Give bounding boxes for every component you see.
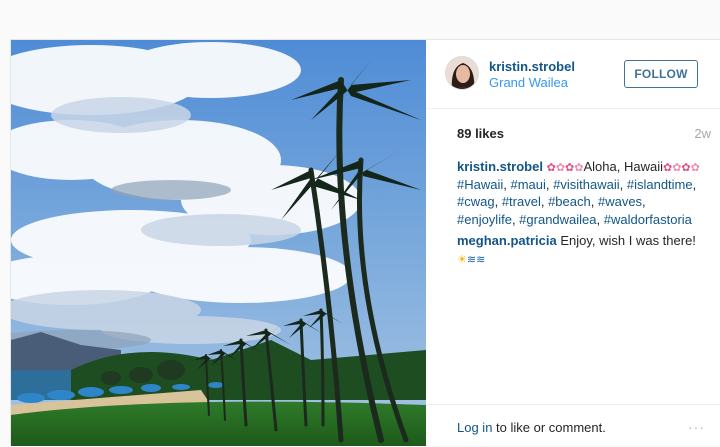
- hibiscus-icon: ✿: [690, 162, 700, 174]
- caption-comment: kristin.strobel ✿✿✿✿Aloha, Hawaii✿✿✿✿ #H…: [457, 159, 700, 227]
- caption-text: Aloha,: [583, 159, 621, 174]
- post-header: kristin.strobel Grand Wailea FOLLOW: [426, 40, 720, 109]
- hibiscus-icon: ✿: [546, 162, 556, 174]
- hibiscus-icon: ✿: [565, 162, 575, 174]
- post-card: kristin.strobel Grand Wailea FOLLOW 89 l…: [10, 39, 720, 446]
- login-link[interactable]: Log in: [457, 420, 492, 435]
- username-link[interactable]: kristin.strobel: [489, 59, 575, 74]
- post-photo[interactable]: [11, 40, 426, 446]
- reply-text: Enjoy, wish I was there!: [560, 233, 696, 248]
- avatar-image: [446, 57, 478, 89]
- hibiscus-icon: ✿: [672, 162, 682, 174]
- caption-text: Hawaii: [623, 159, 663, 174]
- post-footer: Log in to like or comment. ···: [426, 404, 720, 447]
- wave-icon: ≋: [466, 253, 477, 266]
- reply-username[interactable]: meghan.patricia: [457, 233, 557, 248]
- more-options-icon[interactable]: ···: [688, 419, 705, 435]
- hashtag-link[interactable]: #cwag: [457, 194, 495, 209]
- likes-count[interactable]: 89 likes: [457, 126, 504, 141]
- wave-icon: ≋: [476, 253, 486, 266]
- sun-icon: ☀: [457, 253, 467, 266]
- hashtag-link[interactable]: #Hawaii: [457, 177, 503, 192]
- hashtag-link[interactable]: #waves: [598, 194, 642, 209]
- hibiscus-icon: ✿: [681, 162, 691, 174]
- location-link[interactable]: Grand Wailea: [489, 75, 568, 90]
- post-age[interactable]: 2w: [694, 126, 711, 141]
- reply-comment: meghan.patricia Enjoy, wish I was there!…: [457, 232, 702, 267]
- post-sidebar: kristin.strobel Grand Wailea FOLLOW 89 l…: [426, 40, 720, 446]
- hashtag-link[interactable]: #islandtime: [627, 177, 693, 192]
- hibiscus-icon: ✿: [662, 162, 673, 174]
- hibiscus-icon: ✿: [555, 162, 566, 174]
- hashtag-link[interactable]: #travel: [502, 194, 541, 209]
- hashtag-link[interactable]: #enjoylife: [457, 212, 512, 227]
- hashtag-link[interactable]: #grandwailea: [519, 212, 596, 227]
- likes-row: 89 likes 2w: [446, 126, 711, 142]
- login-prompt: Log in to like or comment.: [457, 420, 606, 435]
- hashtag-link[interactable]: #waldorfastoria: [604, 212, 692, 227]
- hashtag-link[interactable]: #visithawaii: [553, 177, 619, 192]
- avatar[interactable]: [445, 56, 479, 90]
- hashtag-link[interactable]: #maui: [510, 177, 545, 192]
- login-prompt-text: to like or comment.: [492, 420, 606, 435]
- comments-list: kristin.strobel ✿✿✿✿Aloha, Hawaii✿✿✿✿ #H…: [457, 158, 702, 271]
- beach-palms-photo: [11, 40, 426, 446]
- follow-button[interactable]: FOLLOW: [624, 60, 698, 88]
- hashtag-link[interactable]: #beach: [548, 194, 591, 209]
- caption-username[interactable]: kristin.strobel: [457, 159, 543, 174]
